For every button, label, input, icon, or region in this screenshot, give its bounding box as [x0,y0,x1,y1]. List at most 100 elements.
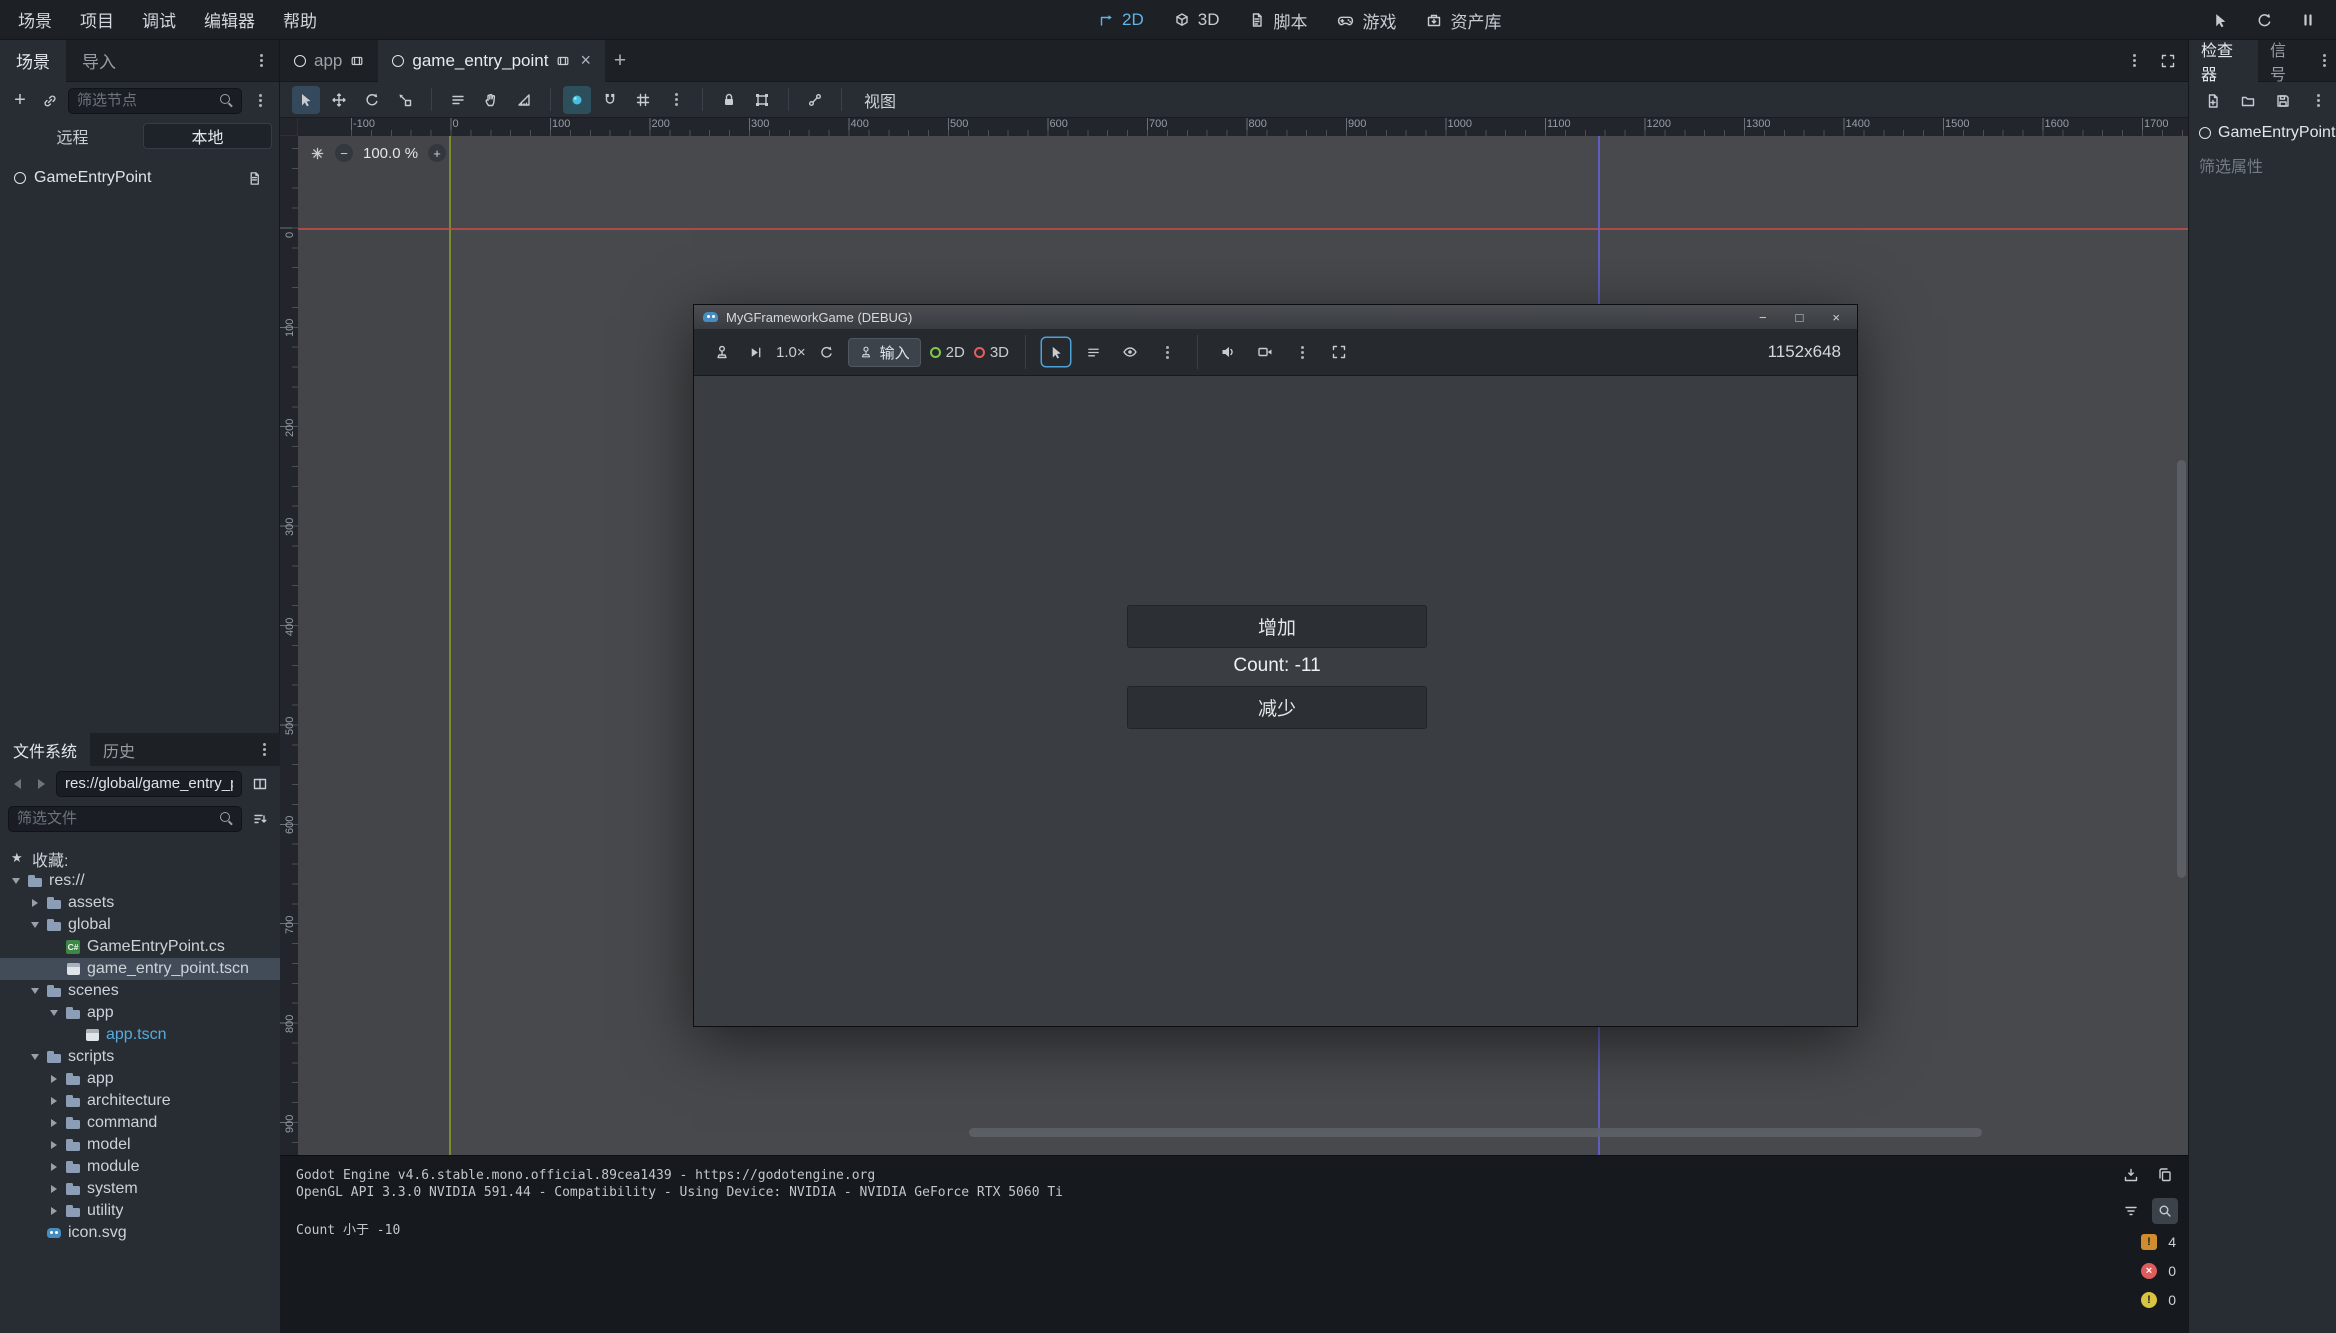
file-tree-item[interactable]: scenes [0,980,280,1002]
scene-tree-menu-button[interactable] [248,89,272,113]
file-tree-item[interactable]: model [0,1134,280,1156]
workspace-game[interactable]: 游戏 [1337,8,1396,33]
tab-history[interactable]: 历史 [90,733,148,766]
smart-snap-button[interactable] [563,86,591,114]
scene-tab-list-button[interactable] [2122,49,2146,73]
menu-item[interactable]: 项目 [66,0,128,39]
save-log-button[interactable] [2118,1162,2144,1188]
warning-counter[interactable]: ! 0 [2141,1292,2176,1308]
speed-selector[interactable]: 1.0× [776,344,806,361]
select-tool-button[interactable] [292,86,320,114]
game-window-titlebar[interactable]: MyGFrameworkGame (DEBUG) − □ × [694,305,1857,329]
horizontal-ruler[interactable]: -100010020030040050060070080090010001100… [298,118,2188,136]
increase-button[interactable]: 增加 [1127,605,1427,648]
select-mode-button[interactable] [1042,338,1070,366]
file-tree-item[interactable]: 收藏: [0,848,280,870]
file-tree-item[interactable]: app [0,1002,280,1024]
mode-2d-button[interactable]: 2D [930,344,965,361]
menu-item[interactable]: 编辑器 [190,0,269,39]
file-tree-item[interactable]: scripts [0,1046,280,1068]
workspace-3d[interactable]: 3D [1174,10,1220,30]
minimize-button[interactable]: − [1759,310,1767,325]
right-dock-menu-button[interactable] [2312,49,2336,73]
remote-button[interactable]: 远程 [8,123,137,149]
mode-3d-button[interactable]: 3D [974,344,1009,361]
next-frame-button[interactable] [743,340,767,364]
search-log-button[interactable] [2152,1198,2178,1224]
path-input[interactable] [65,775,233,792]
new-resource-button[interactable] [2201,89,2225,113]
file-tree-item[interactable]: system [0,1178,280,1200]
file-tree-item[interactable]: icon.svg [0,1222,280,1244]
filter-files-input[interactable] [17,810,214,827]
move-tool-button[interactable] [325,86,353,114]
expand-chevron-icon[interactable] [29,988,40,994]
visibility-button[interactable] [1116,338,1144,366]
dock-tab-import[interactable]: 导入 [66,40,132,82]
file-tree-item[interactable]: GameEntryPoint.cs [0,936,280,958]
expand-chevron-icon[interactable] [29,922,40,928]
sort-files-button[interactable] [248,807,272,831]
vertical-ruler[interactable]: 0 100 200 300 400 500 600 700 800 900 [280,136,298,1155]
ruler-tool-button[interactable] [510,86,538,114]
file-tree-item[interactable]: architecture [0,1090,280,1112]
scene-tab-game-entry-point[interactable]: game_entry_point × [378,40,605,82]
menu-item[interactable]: 调试 [128,0,190,39]
restart-button[interactable] [2252,8,2276,32]
distraction-free-button[interactable] [2156,49,2180,73]
dock-tab-signals[interactable]: 信号 [2258,40,2312,82]
instance-scene-button[interactable] [38,89,62,113]
camera-options-button[interactable] [1288,338,1316,366]
rotate-tool-button[interactable] [358,86,386,114]
workspace-2d[interactable]: 2D [1098,10,1144,30]
file-tree-item[interactable]: assets [0,892,280,914]
lock-object-button[interactable] [715,86,743,114]
snap-grid-button[interactable] [629,86,657,114]
expand-chevron-icon[interactable] [29,899,40,907]
filter-properties-input[interactable]: 筛选属性 [2189,147,2336,183]
snap-options-button[interactable] [662,86,690,114]
add-scene-tab-button[interactable]: + [605,40,635,82]
embed-fullscreen-button[interactable] [1325,338,1353,366]
scene-tab-app[interactable]: app [280,40,378,82]
local-button[interactable]: 本地 [143,123,272,149]
file-tree-item[interactable]: global [0,914,280,936]
game-view[interactable]: 增加 Count: -11 减少 [694,376,1857,1026]
workspace-assetlib[interactable]: 资产库 [1426,8,1501,33]
file-tree-item[interactable]: command [0,1112,280,1134]
expand-chevron-icon[interactable] [10,878,21,884]
expand-chevron-icon[interactable] [48,1185,59,1193]
decrease-button[interactable]: 减少 [1127,686,1427,729]
close-button[interactable]: × [1832,310,1840,325]
list-selectable-button[interactable] [444,86,472,114]
maximize-button[interactable]: □ [1796,310,1804,325]
inspector-menu-button[interactable] [2306,89,2330,113]
zoom-level[interactable]: 100.0 % [363,145,418,162]
mute-audio-button[interactable] [1214,338,1242,366]
file-tree-item[interactable]: module [0,1156,280,1178]
expand-chevron-icon[interactable] [48,1119,59,1127]
camera-override-button[interactable] [1251,338,1279,366]
expand-chevron-icon[interactable] [29,1054,40,1060]
grid-snap-button[interactable] [596,86,624,114]
skeleton-options-button[interactable] [801,86,829,114]
zoom-in-button[interactable]: + [428,144,446,162]
file-tree-item[interactable]: utility [0,1200,280,1222]
open-script-button[interactable] [242,166,266,190]
program-message-counter[interactable]: ! 4 [2141,1234,2176,1250]
expand-chevron-icon[interactable] [48,1207,59,1215]
nav-back-button[interactable] [8,772,26,796]
expand-chevron-icon[interactable] [48,1097,59,1105]
pause-button[interactable] [2296,8,2320,32]
group-object-button[interactable] [748,86,776,114]
file-tree-item[interactable]: game_entry_point.tscn [0,958,280,980]
center-view-icon[interactable] [310,146,325,161]
input-mode-button[interactable]: 输入 [848,338,921,367]
close-tab-icon[interactable]: × [580,50,591,71]
expand-chevron-icon[interactable] [48,1010,59,1016]
dock-tab-inspector[interactable]: 检查器 [2189,40,2258,82]
menu-item[interactable]: 场景 [4,0,66,39]
toggle-split-mode-button[interactable] [248,772,272,796]
file-tree-item[interactable]: app [0,1068,280,1090]
reset-speed-button[interactable] [815,340,839,364]
